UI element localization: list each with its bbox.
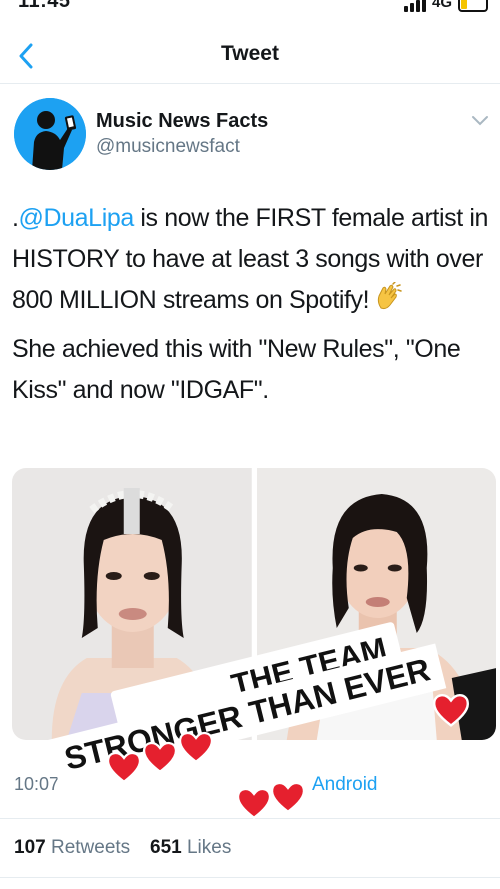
- likes-count: 651: [150, 837, 182, 858]
- battery-icon: [458, 0, 488, 12]
- portrait-image-2: [256, 468, 496, 740]
- retweets-count: 107: [14, 837, 46, 858]
- tweet-text: .@DuaLipa is now the FIRST female artist…: [12, 198, 488, 411]
- tweet-paragraph-2: She achieved this with "New Rules", "One…: [12, 335, 461, 404]
- tweet-paragraph-1: .@DuaLipa is now the FIRST female artist…: [12, 198, 488, 325]
- photo-1[interactable]: [12, 468, 252, 740]
- chevron-down-icon[interactable]: [470, 114, 490, 128]
- heart-icon: [142, 741, 178, 774]
- tweet-header: Music News Facts @musicnewsfact: [14, 98, 490, 178]
- signal-icon: [403, 0, 426, 12]
- likes-label: Likes: [186, 837, 232, 858]
- likes-stat[interactable]: 651 Likes: [150, 837, 231, 859]
- tweet-media[interactable]: [12, 468, 496, 740]
- tweet-source[interactable]: Android: [312, 774, 378, 796]
- network-label: 4G: [431, 0, 452, 11]
- nav-bar: Tweet: [0, 30, 500, 84]
- tweet-stats: 107 Retweets 651 Likes: [0, 818, 500, 878]
- mention-link[interactable]: @DuaLipa: [19, 204, 135, 232]
- author-name[interactable]: Music News Facts: [96, 110, 268, 133]
- avatar[interactable]: [14, 98, 86, 170]
- retweets-label: Retweets: [50, 837, 131, 858]
- status-time: 11:45: [18, 0, 71, 12]
- portrait-image-1: [12, 468, 252, 740]
- retweets-stat[interactable]: 107 Retweets: [14, 837, 130, 859]
- page-title: Tweet: [221, 42, 279, 65]
- tweet-timestamp[interactable]: 10:07: [14, 774, 59, 795]
- heart-icon: [236, 787, 272, 820]
- clapping-hands-icon: [373, 281, 403, 325]
- status-indicators: 4G: [403, 0, 488, 12]
- status-bar: 11:45 4G: [0, 0, 500, 14]
- heart-icon: [270, 781, 306, 814]
- person-silhouette-icon: [14, 98, 86, 170]
- heart-icon: [106, 751, 142, 784]
- photo-2[interactable]: [256, 468, 496, 740]
- author-handle[interactable]: @musicnewsfact: [96, 136, 240, 158]
